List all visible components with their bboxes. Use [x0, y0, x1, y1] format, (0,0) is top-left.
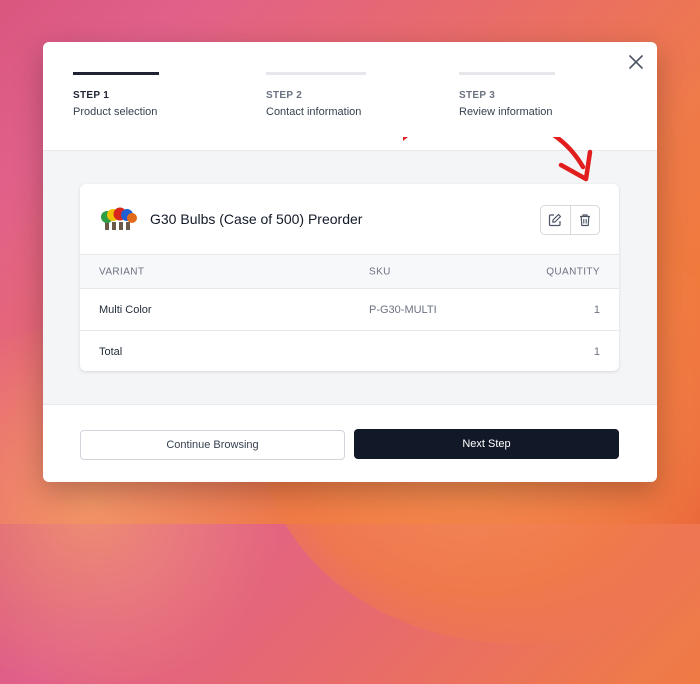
step-label: Product selection: [73, 106, 158, 118]
total-label: Total: [99, 345, 123, 358]
content-area: G30 Bulbs (Case of 500) Preorder VARIANT…: [43, 150, 657, 405]
step-number: STEP 3: [459, 90, 496, 101]
step-2[interactable]: STEP 2 Contact information: [266, 72, 366, 120]
step-progress-bar: [459, 72, 555, 75]
column-header-variant: VARIANT: [99, 266, 145, 277]
step-label: Review information: [459, 106, 553, 118]
product-title: G30 Bulbs (Case of 500) Preorder: [150, 211, 363, 227]
continue-browsing-button[interactable]: Continue Browsing: [80, 430, 345, 460]
close-icon[interactable]: [626, 52, 646, 72]
modal-dialog: STEP 1 Product selection STEP 2 Contact …: [43, 42, 657, 482]
stepper: STEP 1 Product selection STEP 2 Contact …: [73, 72, 593, 122]
delete-button[interactable]: [569, 206, 600, 234]
product-card-header: G30 Bulbs (Case of 500) Preorder: [80, 184, 619, 255]
step-progress-bar: [73, 72, 159, 75]
sku-cell: P-G30-MULTI: [369, 303, 437, 316]
next-step-button[interactable]: Next Step: [354, 429, 619, 459]
variant-cell: Multi Color: [99, 303, 152, 316]
edit-icon: [549, 213, 562, 227]
product-card: G30 Bulbs (Case of 500) Preorder VARIANT…: [80, 184, 619, 371]
product-actions: [540, 205, 600, 235]
modal-footer: Continue Browsing Next Step: [43, 404, 657, 482]
table-header: VARIANT SKU QUANTITY: [80, 255, 619, 289]
step-3[interactable]: STEP 3 Review information: [459, 72, 555, 120]
product-thumbnail: [100, 206, 138, 232]
column-header-sku: SKU: [369, 266, 391, 277]
total-row: Total 1: [80, 331, 619, 371]
step-number: STEP 2: [266, 90, 303, 101]
edit-button[interactable]: [541, 206, 570, 234]
step-progress-bar: [266, 72, 366, 75]
table-row: Multi Color P-G30-MULTI 1: [80, 289, 619, 331]
step-number: STEP 1: [73, 90, 110, 101]
column-header-quantity: QUANTITY: [546, 266, 600, 277]
trash-icon: [579, 214, 590, 227]
step-1[interactable]: STEP 1 Product selection: [73, 72, 159, 120]
quantity-cell: 1: [593, 303, 600, 316]
total-quantity: 1: [593, 345, 600, 358]
step-label: Contact information: [266, 106, 362, 118]
